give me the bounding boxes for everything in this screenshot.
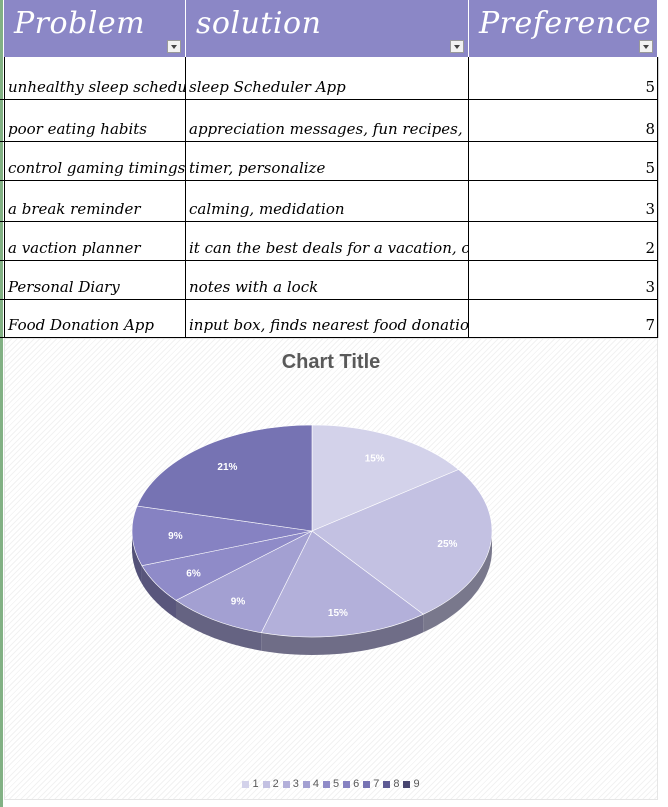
- pie-chart[interactable]: 15% 25% 15% 9% 6% 9% 21%: [5, 339, 659, 801]
- cell-preference[interactable]: 5: [469, 57, 658, 99]
- spreadsheet-table: Problem solution Preference unhealthy sl…: [0, 0, 668, 338]
- pie-data-label[interactable]: 9%: [168, 531, 183, 542]
- cell-solution[interactable]: timer, personalize: [186, 142, 469, 180]
- legend-label: 1: [252, 778, 259, 790]
- cell-problem-text: control gaming timings: [8, 159, 186, 177]
- cell-problem[interactable]: poor eating habits: [4, 100, 186, 141]
- cell-preference[interactable]: 7: [469, 300, 658, 337]
- cell-solution-text: sleep Scheduler App: [189, 78, 346, 96]
- header-solution[interactable]: solution: [186, 0, 469, 57]
- legend-item-9[interactable]: 9: [403, 778, 420, 790]
- cell-preference[interactable]: 8: [469, 100, 658, 141]
- cell-problem-text: a break reminder: [8, 200, 141, 218]
- cell-problem[interactable]: Food Donation App: [4, 300, 186, 337]
- pie-data-label[interactable]: 15%: [328, 608, 348, 619]
- legend-label: 5: [332, 778, 340, 790]
- legend-swatch: [262, 780, 270, 788]
- legend-swatch: [343, 780, 351, 788]
- legend-swatch: [242, 780, 250, 788]
- cell-problem-text: unhealthy sleep schedule: [8, 78, 186, 96]
- cell-solution-text: timer, personalize: [189, 159, 326, 177]
- cell-problem[interactable]: a vaction planner: [4, 222, 186, 260]
- cell-preference[interactable]: 2: [469, 222, 658, 260]
- cell-solution-text: notes with a lock: [189, 278, 319, 296]
- cell-preference-text: 3: [645, 278, 655, 296]
- cell-solution-text: input box, finds nearest food donation a…: [189, 316, 469, 334]
- header-solution-label: solution: [196, 6, 322, 41]
- legend-swatch: [302, 780, 310, 788]
- legend-item-6[interactable]: 6: [343, 778, 359, 790]
- table-row: a break reminder calming, medidation 3: [0, 181, 658, 222]
- pie-data-label[interactable]: 9%: [231, 597, 246, 608]
- cell-problem[interactable]: unhealthy sleep schedule: [4, 57, 186, 99]
- legend-label: 2: [272, 778, 279, 790]
- table-row: poor eating habits appreciation messages,…: [0, 100, 658, 142]
- cell-problem[interactable]: control gaming timings: [4, 142, 186, 180]
- legend-item-3[interactable]: 3: [282, 778, 299, 790]
- cell-problem-text: Personal Diary: [8, 278, 120, 296]
- legend-swatch: [322, 780, 330, 788]
- cell-preference-text: 7: [645, 316, 655, 334]
- cell-solution[interactable]: calming, medidation: [186, 181, 469, 221]
- cell-solution[interactable]: it can the best deals for a vacation, cl…: [186, 222, 469, 260]
- cell-problem[interactable]: Personal Diary: [4, 261, 186, 299]
- cell-solution[interactable]: notes with a lock: [186, 261, 469, 299]
- legend-label: 3: [292, 778, 299, 790]
- pie-data-label[interactable]: 25%: [437, 539, 457, 550]
- pie-data-label[interactable]: 15%: [365, 454, 385, 465]
- cell-preference-text: 8: [645, 120, 655, 138]
- legend-swatch: [363, 780, 371, 788]
- column-gridline: [658, 57, 659, 338]
- chart-legend[interactable]: 1 2 3 4 5 6 7 8 9: [5, 778, 657, 790]
- table-row: Personal Diary notes with a lock 3: [0, 261, 658, 300]
- pie-data-label[interactable]: 21%: [217, 462, 237, 473]
- legend-swatch: [383, 780, 391, 788]
- cell-preference-text: 5: [645, 78, 655, 96]
- table-row: a vaction planner it can the best deals f…: [0, 222, 658, 261]
- cell-solution[interactable]: appreciation messages, fun recipes,: [186, 100, 469, 141]
- legend-swatch: [403, 780, 411, 788]
- table-row: unhealthy sleep schedule sleep Scheduler …: [0, 57, 658, 100]
- cell-problem-text: Food Donation App: [8, 316, 155, 334]
- filter-dropdown-icon[interactable]: [639, 40, 653, 53]
- legend-label: 4: [312, 778, 319, 790]
- table-row: control gaming timings timer, personalize…: [0, 142, 658, 181]
- header-problem[interactable]: Problem: [4, 0, 186, 57]
- filter-dropdown-icon[interactable]: [450, 40, 464, 53]
- header-preference-label: Preference: [479, 6, 652, 41]
- header-problem-label: Problem: [14, 6, 146, 41]
- legend-item-5[interactable]: 5: [322, 778, 340, 790]
- cell-preference-text: 2: [645, 239, 655, 257]
- legend-label: 6: [353, 778, 360, 790]
- cell-problem-text: a vaction planner: [8, 239, 141, 257]
- cell-preference-text: 5: [645, 159, 655, 177]
- legend-item-2[interactable]: 2: [262, 778, 279, 790]
- cell-solution-text: calming, medidation: [189, 200, 345, 218]
- cell-preference[interactable]: 5: [469, 142, 658, 180]
- cell-solution-text: it can the best deals for a vacation, cl…: [189, 239, 469, 257]
- legend-item-8[interactable]: 8: [383, 778, 399, 790]
- cell-preference[interactable]: 3: [469, 261, 658, 299]
- chart-area[interactable]: Chart Title 15% 25% 15% 9% 6% 9% 21% 123456789: [4, 338, 658, 800]
- legend-swatch: [282, 780, 290, 788]
- cell-problem-text: poor eating habits: [8, 120, 148, 138]
- table-row: Food Donation App input box, finds neares…: [0, 300, 658, 338]
- legend-item-4[interactable]: 4: [302, 778, 319, 790]
- legend-item-1[interactable]: 1: [242, 778, 259, 790]
- cell-solution[interactable]: sleep Scheduler App: [186, 57, 469, 99]
- cell-solution[interactable]: input box, finds nearest food donation a…: [186, 300, 469, 337]
- cell-problem[interactable]: a break reminder: [4, 181, 186, 221]
- header-preference[interactable]: Preference: [469, 0, 658, 57]
- cell-solution-text: appreciation messages, fun recipes,: [189, 120, 463, 138]
- legend-item-7[interactable]: 7: [363, 778, 379, 790]
- legend-label: 9: [413, 778, 420, 790]
- pie-data-label[interactable]: 6%: [186, 568, 201, 579]
- legend-label: 7: [373, 778, 380, 790]
- cell-preference-text: 3: [645, 200, 655, 218]
- filter-dropdown-icon[interactable]: [167, 40, 181, 53]
- cell-preference[interactable]: 3: [469, 181, 658, 221]
- legend-label: 8: [393, 778, 400, 790]
